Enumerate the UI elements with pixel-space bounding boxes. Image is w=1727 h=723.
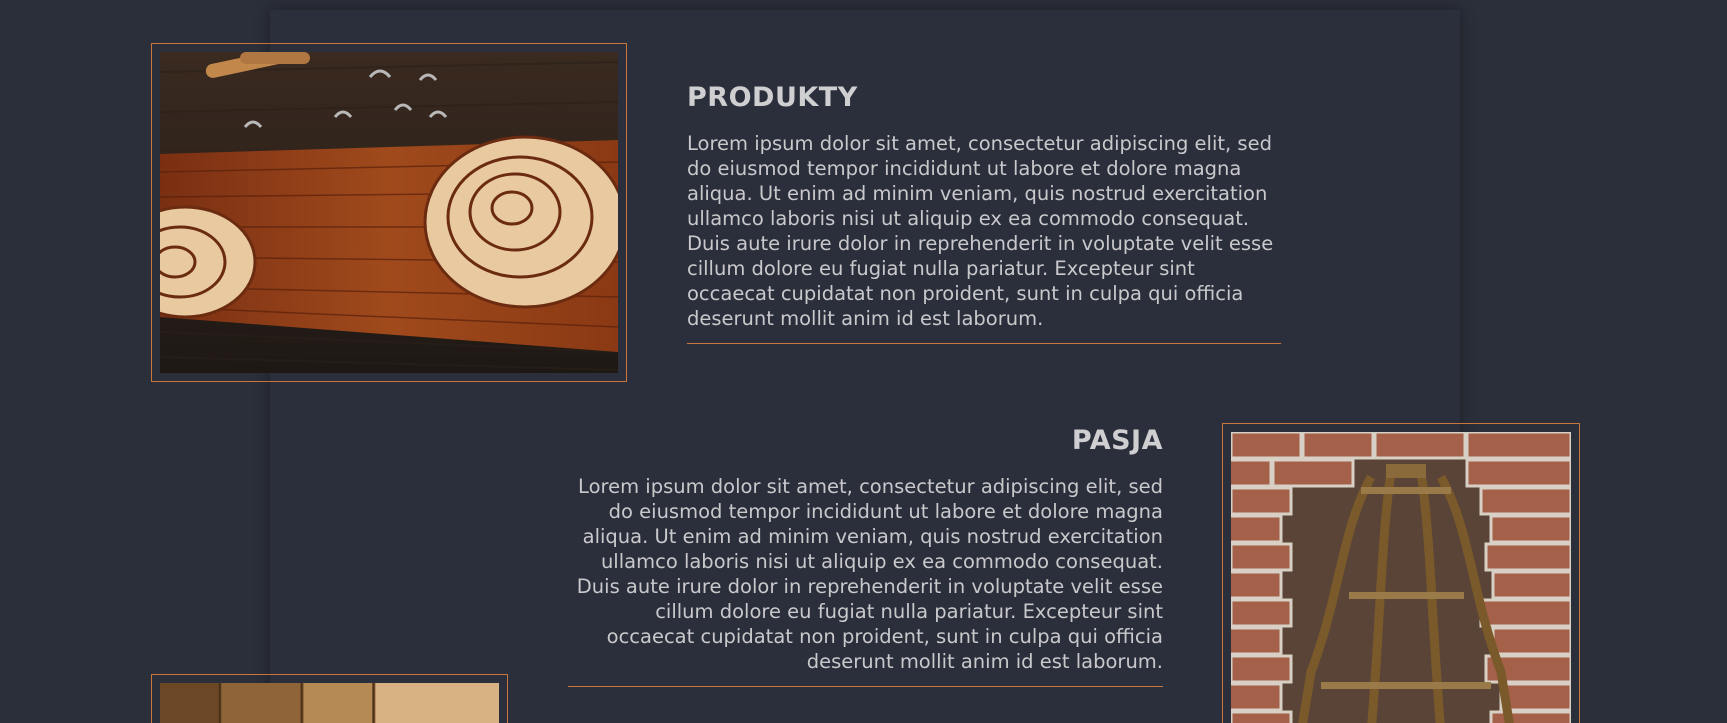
wooden-lamp-photo — [1231, 432, 1571, 723]
image-frame-passion — [1222, 423, 1580, 723]
section-divider — [687, 343, 1281, 344]
section-title: PRODUKTY — [687, 82, 858, 113]
page: PRODUKTY Lorem ipsum dolor sit amet, con… — [0, 0, 1727, 723]
section-divider — [568, 686, 1163, 687]
section-text: Lorem ipsum dolor sit amet, consectetur … — [687, 132, 1274, 330]
image-frame-products — [151, 43, 627, 382]
wood-carving-photo — [160, 52, 618, 373]
image-frame-third — [151, 674, 508, 723]
wood-planks-photo — [160, 683, 499, 723]
section-text: Lorem ipsum dolor sit amet, consectetur … — [576, 475, 1163, 673]
section-title: PASJA — [1071, 425, 1163, 456]
section-passion: PASJA Lorem ipsum dolor sit amet, consec… — [568, 425, 1163, 687]
section-products: PRODUKTY Lorem ipsum dolor sit amet, con… — [687, 82, 1281, 344]
